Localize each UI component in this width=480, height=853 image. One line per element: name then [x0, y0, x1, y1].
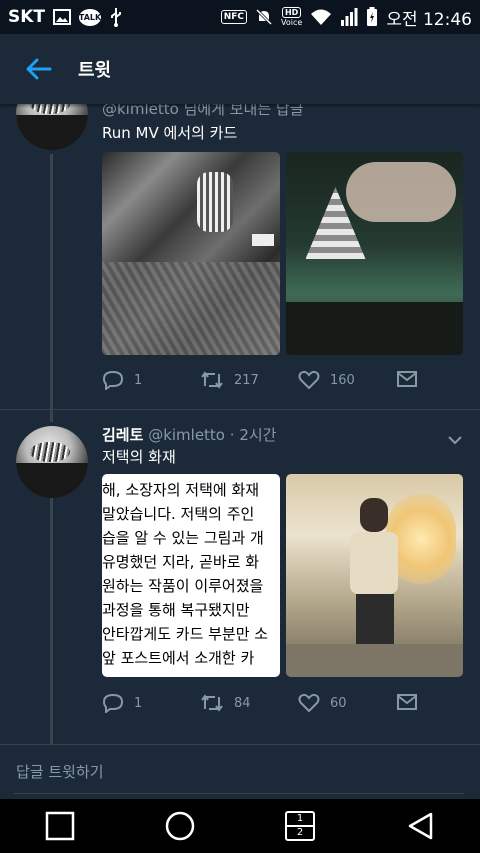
doc-line: 해, 소장자의 저택에 화재 — [102, 481, 260, 499]
user-handle[interactable]: @kimletto — [148, 426, 225, 444]
reply-input[interactable]: 답글 트윗하기 — [16, 761, 104, 782]
tweet-thread[interactable]: @kimletto 님에게 보내는 답글 Run MV 에서의 카드 1 217… — [0, 104, 480, 744]
doc-line: 과정을 통해 복구됐지만 — [102, 601, 250, 619]
voice-label: Voice — [281, 18, 303, 27]
retweet-count: 84 — [234, 695, 251, 711]
dual-window-button[interactable]: 1 2 — [270, 801, 330, 851]
reply-count: 1 — [134, 695, 143, 711]
like-count: 60 — [330, 695, 347, 711]
hd-label: HD — [281, 7, 302, 18]
wifi-icon — [310, 8, 332, 26]
reply-count: 1 — [134, 372, 143, 388]
circle-icon — [165, 811, 195, 841]
usb-icon — [109, 7, 123, 27]
status-right: NFC HD Voice 오전 12:46 — [220, 5, 472, 30]
tweet-text: 저택의 화재 — [102, 448, 176, 466]
status-left: SKT TALK — [8, 7, 123, 27]
retweet-icon — [201, 694, 223, 712]
tweet-actions: 1 84 60 — [102, 693, 442, 717]
media-grid: 해, 소장자의 저택에 화재 말았습니다. 저택의 주인 습을 알 수 있는 그… — [102, 474, 463, 677]
reply-context[interactable]: @kimletto 님에게 보내는 답글 — [102, 104, 304, 119]
home-button[interactable] — [150, 801, 210, 851]
media-image-painting[interactable] — [102, 152, 280, 355]
hd-voice-icon: HD Voice — [281, 7, 302, 27]
like-button[interactable]: 160 — [298, 370, 355, 390]
doc-line: 원하는 작품이 이루어졌을 — [102, 577, 264, 595]
tweet-divider — [0, 409, 480, 410]
signal-icon — [340, 8, 358, 26]
retweet-icon — [201, 371, 223, 389]
kakaotalk-icon: TALK — [79, 8, 101, 26]
arrow-left-icon — [26, 58, 52, 80]
reply-button[interactable]: 1 — [102, 693, 142, 713]
doc-line: 말았습니다. 저택의 주인 — [102, 505, 255, 523]
status-bar: SKT TALK NFC HD Voice 오전 12:46 — [0, 0, 480, 34]
user-name[interactable]: 김레토 — [102, 426, 143, 444]
page-title: 트윗 — [78, 60, 112, 81]
battery-icon — [366, 7, 378, 27]
reply-composer: 답글 트윗하기 — [0, 744, 480, 800]
dual-window-top: 1 — [296, 813, 304, 824]
mail-icon — [397, 371, 417, 387]
thread-connector — [50, 496, 53, 744]
reply-underline — [14, 793, 464, 794]
media-image-fire-scene[interactable] — [285, 474, 463, 677]
tweet-time: · 2시간 — [229, 426, 277, 444]
doc-line: 앞 포스트에서 소개한 카 — [102, 649, 255, 667]
chevron-down-icon — [448, 436, 462, 445]
media-image-document[interactable]: 해, 소장자의 저택에 화재 말았습니다. 저택의 주인 습을 알 수 있는 그… — [102, 474, 280, 677]
dual-window-bottom: 2 — [296, 827, 304, 838]
clock: 오전 12:46 — [386, 9, 472, 30]
gallery-icon — [53, 9, 72, 25]
mail-icon — [397, 694, 417, 710]
doc-line: 안타깝게도 카드 부분만 소 — [102, 625, 269, 643]
heart-icon — [298, 370, 320, 390]
share-button[interactable] — [396, 693, 418, 711]
media-grid — [102, 152, 463, 355]
tweet-actions: 1 217 160 — [102, 370, 442, 394]
heart-icon — [298, 693, 320, 713]
thread-connector — [50, 154, 53, 422]
system-nav-bar: 1 2 — [0, 799, 480, 853]
back-button[interactable] — [0, 34, 78, 104]
avatar[interactable] — [16, 426, 88, 498]
reply-icon — [102, 693, 124, 713]
tweet-text: Run MV 에서의 카드 — [102, 124, 238, 142]
mute-icon — [255, 8, 273, 26]
reply-button[interactable]: 1 — [102, 370, 142, 390]
doc-line: 습을 알 수 있는 그림과 개 — [102, 529, 264, 547]
recent-apps-button[interactable] — [30, 801, 90, 851]
tweet-options-button[interactable] — [448, 430, 462, 449]
like-button[interactable]: 60 — [298, 693, 347, 713]
triangle-back-icon — [408, 812, 433, 840]
retweet-button[interactable]: 217 — [200, 370, 259, 390]
share-button[interactable] — [396, 370, 418, 388]
doc-line: 유명했던 지라, 곧바로 화 — [102, 553, 260, 571]
reply-icon — [102, 370, 124, 390]
square-icon — [45, 811, 75, 841]
app-bar: 트윗 — [0, 34, 480, 104]
avatar[interactable] — [16, 104, 88, 150]
like-count: 160 — [330, 372, 355, 388]
document-text: 해, 소장자의 저택에 화재 말았습니다. 저택의 주인 습을 알 수 있는 그… — [102, 474, 280, 677]
tweet-header: 김레토 @kimletto · 2시간 — [102, 424, 276, 445]
dual-window-icon: 1 2 — [285, 811, 315, 841]
nfc-icon: NFC — [220, 10, 248, 24]
retweet-count: 217 — [234, 372, 259, 388]
media-image-card-tower[interactable] — [285, 152, 463, 355]
carrier-label: SKT — [8, 7, 46, 27]
reply-to-label: @kimletto 님에게 보내는 답글 — [102, 104, 304, 118]
back-nav-button[interactable] — [390, 801, 450, 851]
retweet-button[interactable]: 84 — [200, 693, 251, 713]
